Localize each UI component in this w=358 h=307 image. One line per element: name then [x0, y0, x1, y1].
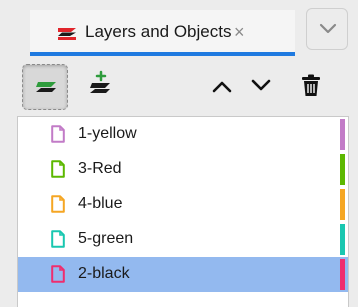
layer-color-indicator — [340, 119, 345, 150]
layers-toolbar — [0, 58, 358, 116]
tab-bar: Layers and Objects × — [0, 0, 358, 58]
layer-row[interactable]: 5-green — [18, 222, 348, 257]
layer-row[interactable]: 4-blue — [18, 187, 348, 222]
layer-row[interactable]: 1-yellow — [18, 117, 348, 152]
layer-label: 4-blue — [78, 195, 123, 212]
add-layer-button[interactable] — [86, 66, 126, 106]
trash-icon — [302, 74, 320, 96]
layer-row-selected[interactable]: 2-black — [18, 257, 348, 292]
layers-stack-icon — [58, 28, 76, 40]
layer-color-indicator — [340, 224, 345, 255]
layers-view-button[interactable] — [22, 64, 68, 110]
tab-label: Layers and Objects — [85, 22, 232, 41]
layer-row[interactable]: 3-Red — [18, 152, 348, 187]
move-down-button[interactable] — [244, 66, 284, 106]
move-up-button[interactable] — [203, 66, 243, 106]
delete-layer-button[interactable] — [296, 66, 336, 106]
chevron-down-icon — [319, 23, 337, 34]
layers-panel: Layers and Objects × 1-yellow 3-Red 4-bl… — [0, 0, 358, 307]
layer-label: 2-black — [78, 265, 130, 282]
chevron-down-icon — [251, 79, 271, 91]
file-icon — [51, 230, 65, 248]
chevron-up-icon — [212, 81, 232, 93]
close-icon[interactable]: × — [234, 22, 245, 42]
layer-label: 5-green — [78, 230, 134, 247]
layers-icon — [36, 82, 56, 92]
layer-color-indicator — [340, 154, 345, 185]
tab-layers-and-objects[interactable]: Layers and Objects × — [30, 10, 295, 56]
tab-menu-button[interactable] — [306, 8, 348, 50]
layer-label: 3-Red — [78, 160, 122, 177]
layer-label: 1-yellow — [78, 125, 137, 142]
file-icon — [51, 160, 65, 178]
layer-color-indicator — [340, 259, 345, 290]
add-layer-icon — [90, 70, 110, 93]
layers-list: 1-yellow 3-Red 4-blue 5-green 2-black — [17, 116, 349, 307]
file-icon — [51, 125, 65, 143]
layer-color-indicator — [340, 189, 345, 220]
file-icon — [51, 265, 65, 283]
file-icon — [51, 195, 65, 213]
